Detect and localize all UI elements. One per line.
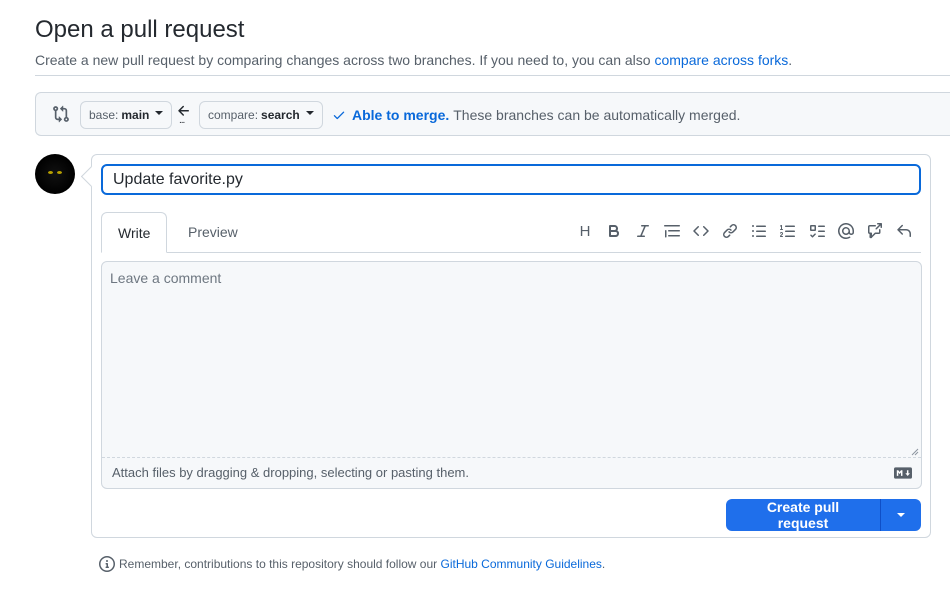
submit-options-dropdown[interactable] [880, 499, 921, 531]
base-prefix: base: [89, 108, 119, 122]
subtitle-text: Create a new pull request by comparing c… [35, 52, 651, 68]
avatar-eye [48, 171, 53, 174]
editor-tabs: Write Preview H [101, 212, 921, 253]
cross-reference-icon [867, 223, 882, 239]
base-branch-select[interactable]: base: main [80, 101, 173, 129]
contribution-note: Remember, contributions to this reposito… [99, 556, 605, 572]
heading-icon: H [579, 222, 591, 240]
note-end: . [601, 557, 606, 571]
chevron-down-icon [897, 513, 905, 517]
pull-request-form: Write Preview H [80, 154, 931, 538]
attach-files-bar[interactable]: Attach files by dragging & dropping, sel… [102, 457, 921, 488]
avatar-eye [57, 171, 62, 174]
list-ordered-icon [780, 225, 795, 237]
merge-status: Able to merge. These branches can be aut… [332, 107, 740, 123]
page-subtitle: Create a new pull request by comparing c… [35, 50, 950, 70]
page-header: Open a pull request Create a new pull re… [35, 14, 950, 70]
git-compare-icon [53, 105, 69, 123]
subtitle-end: . [788, 52, 793, 68]
compare-across-forks-link[interactable]: compare across forks [654, 52, 788, 68]
link-icon [722, 223, 738, 239]
cross-reference-button[interactable] [866, 222, 884, 240]
resize-grip-icon[interactable] [911, 448, 919, 456]
italic-button[interactable] [634, 222, 652, 240]
saved-replies-button[interactable] [895, 222, 913, 240]
check-icon [333, 111, 345, 120]
quote-button[interactable] [663, 222, 681, 240]
ordered-list-button[interactable] [779, 222, 797, 240]
branch-range-bar: base: main ... compare: search Able to m… [35, 92, 950, 136]
reply-icon [897, 224, 911, 237]
tab-preview[interactable]: Preview [172, 212, 254, 252]
code-icon [693, 225, 709, 237]
unordered-list-button[interactable] [750, 222, 768, 240]
code-button[interactable] [692, 222, 710, 240]
form-pointer [80, 165, 103, 188]
compare-prefix: compare: [208, 108, 259, 122]
header-divider [35, 75, 950, 76]
list-unordered-icon [752, 225, 766, 237]
italic-icon [637, 225, 649, 237]
markdown-toolbar: H [576, 222, 913, 240]
bold-icon [609, 225, 620, 237]
info-icon [99, 556, 115, 572]
compare-branch-name: search [261, 108, 300, 122]
base-branch-name: main [121, 108, 150, 122]
pr-title-input[interactable] [101, 164, 921, 195]
community-guidelines-link[interactable]: GitHub Community Guidelines [441, 557, 602, 571]
link-button[interactable] [721, 222, 739, 240]
tab-write[interactable]: Write [101, 212, 168, 253]
task-list-button[interactable] [808, 222, 826, 240]
mention-icon [838, 223, 854, 239]
submit-button-group: Create pull request [726, 499, 921, 531]
range-dots: ... [179, 115, 185, 126]
mention-button[interactable] [837, 222, 855, 240]
chevron-down-icon [305, 111, 314, 115]
note-text: Remember, contributions to this reposito… [119, 557, 438, 571]
chevron-down-icon [155, 111, 164, 115]
bold-button[interactable] [605, 222, 623, 240]
markdown-icon[interactable] [894, 467, 912, 479]
able-to-merge-label: Able to merge. [352, 107, 450, 123]
create-pull-request-button[interactable]: Create pull request [726, 499, 880, 531]
comment-box: Attach files by dragging & dropping, sel… [101, 261, 922, 489]
comment-textarea[interactable] [102, 262, 921, 458]
compare-branch-select[interactable]: compare: search [199, 101, 323, 129]
page-title: Open a pull request [35, 16, 245, 43]
attach-files-text: Attach files by dragging & dropping, sel… [112, 465, 469, 480]
avatar[interactable] [35, 154, 75, 194]
tasklist-icon [810, 225, 825, 238]
heading-button[interactable]: H [576, 222, 594, 240]
quote-icon [664, 225, 680, 238]
merge-description: These branches can be automatically merg… [453, 107, 741, 123]
